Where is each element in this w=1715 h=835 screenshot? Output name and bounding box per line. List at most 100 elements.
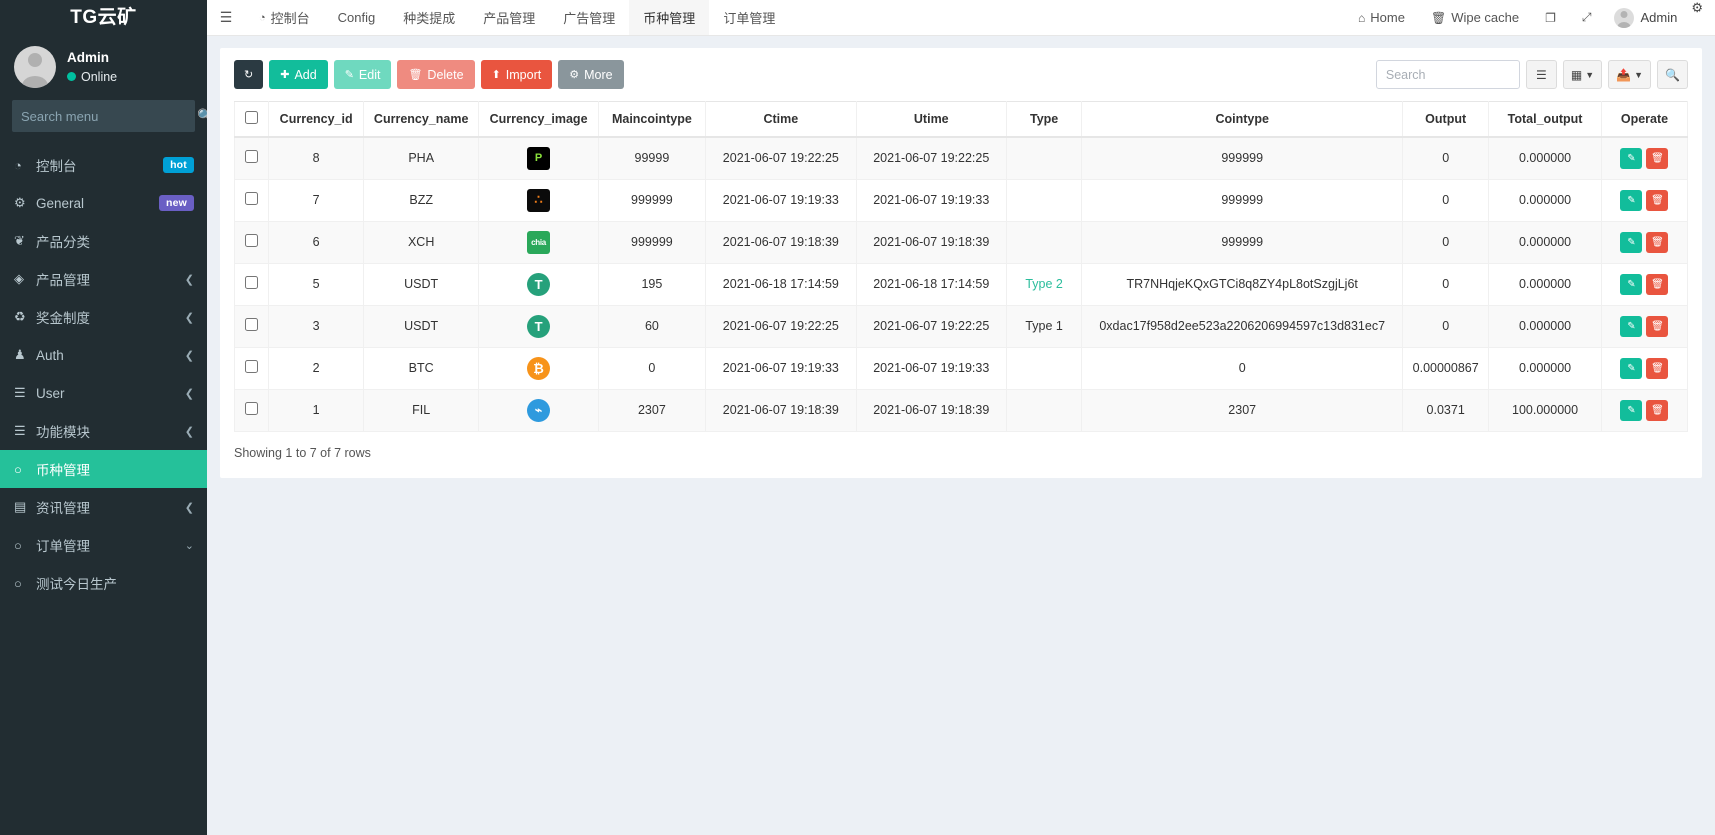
list-icon: ☰ — [14, 423, 36, 439]
row-checkbox[interactable] — [245, 402, 258, 415]
add-button[interactable]: ✚Add — [269, 60, 327, 89]
table-row[interactable]: 3USDTT602021-06-07 19:22:252021-06-07 19… — [235, 305, 1688, 347]
row-edit-button[interactable]: ✎ — [1620, 190, 1642, 211]
cell-total-output: 0.000000 — [1489, 137, 1602, 179]
topnav-item-3[interactable]: 产品管理 — [469, 0, 549, 35]
sidebar-item-9[interactable]: ▤资讯管理❮ — [0, 488, 207, 526]
column-header-type[interactable]: Type — [1007, 102, 1082, 138]
row-checkbox[interactable] — [245, 276, 258, 289]
column-header-currency_name[interactable]: Currency_name — [363, 102, 479, 138]
row-delete-button[interactable]: 🗑 — [1646, 190, 1668, 211]
sidebar-item-label: 币种管理 — [36, 459, 194, 479]
sidebar-item-0[interactable]: ◔控制台hot — [0, 146, 207, 184]
column-header-currency_image[interactable]: Currency_image — [479, 102, 598, 138]
search-toggle-icon[interactable]: 🔍 — [1657, 60, 1688, 89]
column-header-operate[interactable]: Operate — [1601, 102, 1687, 138]
topbar-action-home[interactable]: ⌂Home — [1345, 0, 1418, 35]
table-row[interactable]: 5USDTT1952021-06-18 17:14:592021-06-18 1… — [235, 263, 1688, 305]
select-all-cell — [235, 102, 269, 138]
table-toolbar: ↻ ✚Add ✎Edit 🗑Delete ⬆Import ⚙More ☰ ▦▼ … — [234, 60, 1688, 89]
table-row[interactable]: 1FIL⌁23072021-06-07 19:18:392021-06-07 1… — [235, 389, 1688, 431]
cell-currency-id: 5 — [269, 263, 364, 305]
cell-ctime: 2021-06-07 19:22:25 — [706, 305, 856, 347]
cell-ctime: 2021-06-07 19:19:33 — [706, 179, 856, 221]
more-button[interactable]: ⚙More — [558, 60, 623, 89]
row-checkbox[interactable] — [245, 318, 258, 331]
refresh-button[interactable]: ↻ — [234, 60, 263, 89]
sidebar-item-2[interactable]: ❦产品分类 — [0, 222, 207, 260]
cell-utime: 2021-06-07 19:18:39 — [856, 389, 1006, 431]
sidebar-item-3[interactable]: ◈产品管理❮ — [0, 260, 207, 298]
cell-type — [1007, 137, 1082, 179]
column-header-maincointype[interactable]: Maincointype — [598, 102, 705, 138]
topbar-action-wipe-cache[interactable]: 🗑Wipe cache — [1418, 0, 1532, 35]
row-delete-button[interactable]: 🗑 — [1646, 400, 1668, 421]
cell-operate: ✎🗑 — [1601, 137, 1687, 179]
table-row[interactable]: 2BTC₿02021-06-07 19:19:332021-06-07 19:1… — [235, 347, 1688, 389]
row-edit-button[interactable]: ✎ — [1620, 400, 1642, 421]
cell-total-output: 0.000000 — [1489, 305, 1602, 347]
row-delete-button[interactable]: 🗑 — [1646, 316, 1668, 337]
topnav-item-2[interactable]: 种类提成 — [389, 0, 469, 35]
sidebar-item-4[interactable]: ♻奖金制度❮ — [0, 298, 207, 336]
settings-gear-icon[interactable]: ⚙ — [1687, 0, 1715, 35]
row-edit-button[interactable]: ✎ — [1620, 148, 1642, 169]
column-header-total_output[interactable]: Total_output — [1489, 102, 1602, 138]
sidebar-item-5[interactable]: ♟Auth❮ — [0, 336, 207, 374]
list-view-icon[interactable]: ☰ — [1526, 60, 1557, 89]
topnav-item-4[interactable]: 广告管理 — [549, 0, 629, 35]
import-button[interactable]: ⬆Import — [481, 60, 553, 89]
sidebar-item-8[interactable]: ○币种管理 — [0, 450, 207, 488]
sidebar-item-11[interactable]: ○测试今日生产 — [0, 564, 207, 602]
topnav-item-1[interactable]: Config — [324, 0, 390, 35]
column-header-currency_id[interactable]: Currency_id — [269, 102, 364, 138]
topnav-item-0[interactable]: ◔控制台 — [245, 0, 324, 35]
topbar-action-fullscreen-icon[interactable]: ⤢ — [1569, 0, 1605, 35]
sidebar-item-7[interactable]: ☰功能模块❮ — [0, 412, 207, 450]
row-edit-button[interactable]: ✎ — [1620, 232, 1642, 253]
edit-button[interactable]: ✎Edit — [334, 60, 392, 89]
topnav-item-6[interactable]: 订单管理 — [709, 0, 789, 35]
search-menu-input[interactable] — [21, 109, 197, 124]
sidebar-item-10[interactable]: ○订单管理⌄ — [0, 526, 207, 564]
row-edit-button[interactable]: ✎ — [1620, 316, 1642, 337]
column-header-output[interactable]: Output — [1403, 102, 1489, 138]
column-header-ctime[interactable]: Ctime — [706, 102, 856, 138]
topbar-action-copy-icon[interactable]: ❐ — [1532, 0, 1569, 35]
sidebar-item-1[interactable]: ⚙Generalnew — [0, 184, 207, 222]
row-edit-button[interactable]: ✎ — [1620, 358, 1642, 379]
account-menu[interactable]: Admin — [1604, 0, 1687, 35]
table-row[interactable]: 8PHAP999992021-06-07 19:22:252021-06-07 … — [235, 137, 1688, 179]
coin-logo-text: T — [527, 273, 550, 296]
row-checkbox[interactable] — [245, 150, 258, 163]
toolbar-right: ☰ ▦▼ 📤▼ 🔍 — [1376, 60, 1688, 89]
sidebar-search-box[interactable]: 🔍 — [12, 100, 195, 132]
cell-total-output: 0.000000 — [1489, 347, 1602, 389]
topnav-item-5[interactable]: 币种管理 — [629, 0, 709, 35]
row-delete-button[interactable]: 🗑 — [1646, 232, 1668, 253]
cell-currency-name: BZZ — [363, 179, 479, 221]
brand-title[interactable]: TG云矿 — [0, 0, 207, 36]
sidebar-item-6[interactable]: ☰User❮ — [0, 374, 207, 412]
select-all-checkbox[interactable] — [245, 111, 258, 124]
coin-logo-text: P — [527, 147, 550, 170]
cell-cointype: 999999 — [1082, 137, 1403, 179]
search-input[interactable] — [1376, 60, 1520, 89]
row-checkbox[interactable] — [245, 360, 258, 373]
table-row[interactable]: 6XCHchia9999992021-06-07 19:18:392021-06… — [235, 221, 1688, 263]
column-header-utime[interactable]: Utime — [856, 102, 1006, 138]
table-row[interactable]: 7BZZ∴9999992021-06-07 19:19:332021-06-07… — [235, 179, 1688, 221]
columns-icon[interactable]: ▦▼ — [1563, 60, 1602, 89]
delete-button[interactable]: 🗑Delete — [397, 60, 474, 89]
row-delete-button[interactable]: 🗑 — [1646, 358, 1668, 379]
row-checkbox[interactable] — [245, 192, 258, 205]
row-delete-button[interactable]: 🗑 — [1646, 148, 1668, 169]
hamburger-icon[interactable]: ☰ — [207, 0, 245, 35]
cell-operate: ✎🗑 — [1601, 305, 1687, 347]
row-edit-button[interactable]: ✎ — [1620, 274, 1642, 295]
column-header-cointype[interactable]: Cointype — [1082, 102, 1403, 138]
row-checkbox[interactable] — [245, 234, 258, 247]
coin-logo-text: chia — [527, 231, 550, 254]
export-icon[interactable]: 📤▼ — [1608, 60, 1651, 89]
row-delete-button[interactable]: 🗑 — [1646, 274, 1668, 295]
